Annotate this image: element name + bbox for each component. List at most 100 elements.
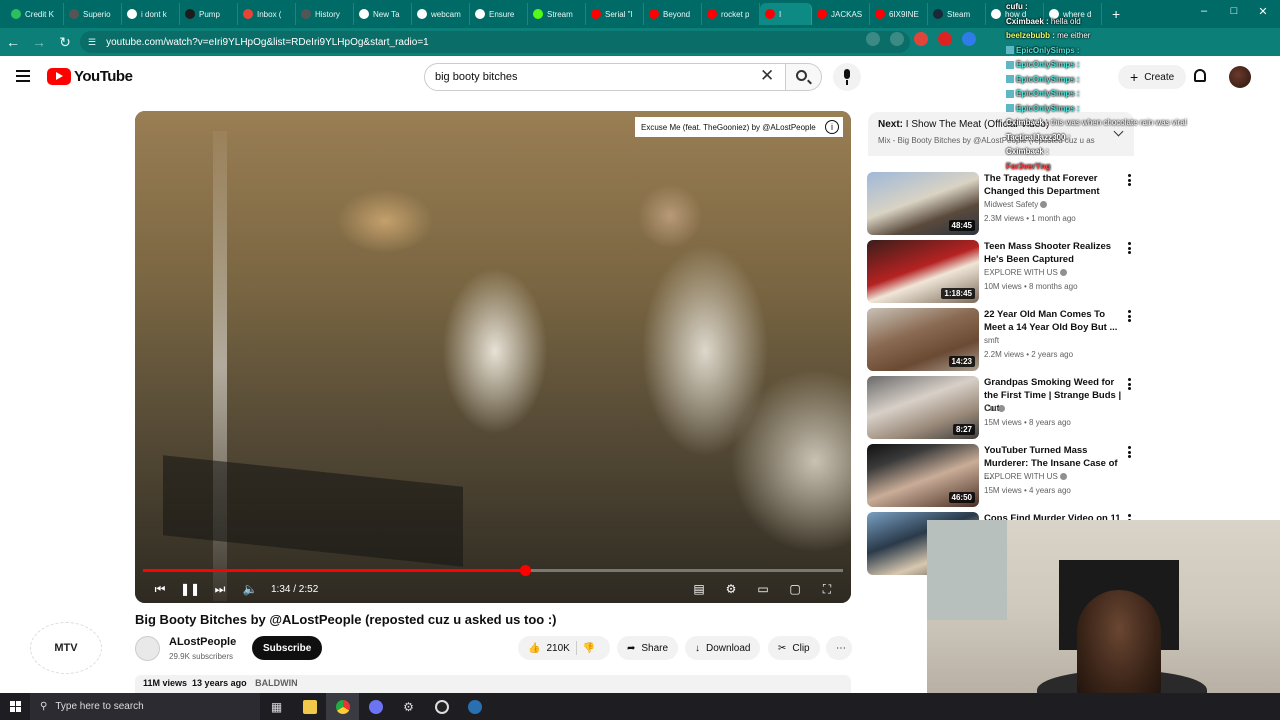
browser-tab[interactable]: Serial "I bbox=[586, 3, 644, 25]
clip-button[interactable]: ✂ Clip bbox=[768, 636, 820, 660]
credit-karma-icon bbox=[11, 9, 21, 19]
browser-tab[interactable]: JACKAS bbox=[812, 3, 870, 25]
recommended-title[interactable]: Teen Mass Shooter Realizes He's Been Cap… bbox=[984, 240, 1122, 266]
video-thumbnail[interactable]: 46:50 bbox=[867, 444, 979, 507]
browser-tab-label: Serial "I bbox=[605, 9, 633, 19]
recommended-channel[interactable]: smft bbox=[984, 336, 999, 345]
chat-message: TacticalJazz300 : bbox=[1006, 131, 1206, 146]
share-button[interactable]: ➦ Share bbox=[617, 636, 679, 660]
site-info-icon[interactable]: ☰ bbox=[88, 37, 96, 48]
maximize-icon[interactable]: □ bbox=[1227, 5, 1241, 17]
browser-tab[interactable]: Stream bbox=[528, 3, 586, 25]
like-count[interactable]: 210K bbox=[546, 643, 569, 654]
browser-tab[interactable]: I bbox=[760, 3, 812, 25]
like-icon[interactable]: 👍 bbox=[528, 643, 540, 654]
extension-cart-icon[interactable] bbox=[962, 32, 976, 46]
chrome-taskbar-icon[interactable] bbox=[326, 693, 359, 720]
duration-badge: 8:27 bbox=[952, 424, 975, 435]
taskbar-search[interactable]: ⚲ Type here to search bbox=[30, 693, 260, 720]
steam-taskbar-icon[interactable] bbox=[458, 693, 491, 720]
volume-icon[interactable]: 🔈 bbox=[235, 575, 265, 603]
more-vertical-icon[interactable] bbox=[1128, 378, 1131, 390]
more-actions-button[interactable]: ⋯ bbox=[826, 636, 852, 660]
browser-tab[interactable]: i dont k bbox=[122, 3, 180, 25]
browser-tab[interactable]: rocket p bbox=[702, 3, 760, 25]
fullscreen-icon[interactable]: ⛶ bbox=[812, 575, 842, 603]
browser-tab[interactable]: Steam bbox=[928, 3, 986, 25]
search-button[interactable] bbox=[786, 63, 822, 91]
browser-tab[interactable]: Credit K bbox=[6, 3, 64, 25]
description-box[interactable]: 11M views 13 years ago BALDWIN bbox=[135, 675, 851, 693]
browser-tab-label: Ensure bbox=[489, 9, 515, 19]
verified-badge-icon bbox=[998, 405, 1006, 413]
task-view-icon[interactable]: ▦ bbox=[260, 693, 293, 720]
dislike-icon[interactable]: 👎 bbox=[583, 643, 595, 654]
google-icon bbox=[475, 9, 485, 19]
reload-icon[interactable]: ↻ bbox=[52, 29, 78, 55]
subtitles-icon[interactable]: ▤ bbox=[684, 575, 714, 603]
more-vertical-icon[interactable] bbox=[1128, 310, 1131, 322]
theater-mode-icon[interactable]: ▭ bbox=[748, 575, 778, 603]
voice-search-icon[interactable] bbox=[833, 63, 861, 91]
next-icon[interactable]: ⏭ bbox=[205, 575, 235, 603]
recommended-channel[interactable]: Cut bbox=[984, 404, 1006, 413]
settings-gear-icon[interactable]: ⚙ bbox=[716, 575, 746, 603]
channel-avatar[interactable] bbox=[135, 636, 160, 661]
player-info-card[interactable]: Excuse Me (feat. TheGooniez) by @ALostPe… bbox=[635, 117, 843, 137]
download-button[interactable]: ↓ Download bbox=[685, 636, 761, 660]
recommended-video[interactable]: 1:18:45 Teen Mass Shooter Realizes He's B… bbox=[867, 240, 1147, 304]
extension-red-icon[interactable] bbox=[914, 32, 928, 46]
browser-tab[interactable]: Beyond bbox=[644, 3, 702, 25]
progress-bar[interactable] bbox=[143, 565, 843, 576]
forward-icon[interactable]: → bbox=[26, 29, 52, 55]
start-button[interactable] bbox=[0, 693, 30, 720]
pause-icon[interactable]: ❚❚ bbox=[175, 575, 205, 603]
browser-tab[interactable]: webcam bbox=[412, 3, 470, 25]
recommended-video[interactable]: 14:23 22 Year Old Man Comes To Meet a 14 … bbox=[867, 308, 1147, 372]
recommended-video[interactable]: 8:27 Grandpas Smoking Weed for the First … bbox=[867, 376, 1147, 440]
video-thumbnail[interactable]: 8:27 bbox=[867, 376, 979, 439]
video-thumbnail[interactable]: 14:23 bbox=[867, 308, 979, 371]
channel-name[interactable]: ALostPeople bbox=[169, 636, 236, 648]
subscribe-button[interactable]: Subscribe bbox=[252, 636, 323, 660]
recommended-title[interactable]: 22 Year Old Man Comes To Meet a 14 Year … bbox=[984, 308, 1122, 334]
more-vertical-icon[interactable] bbox=[1128, 242, 1131, 254]
info-icon[interactable]: i bbox=[825, 120, 839, 134]
video-player[interactable]: Excuse Me (feat. TheGooniez) by @ALostPe… bbox=[135, 111, 851, 603]
discord-taskbar-icon[interactable] bbox=[359, 693, 392, 720]
more-vertical-icon[interactable] bbox=[1128, 446, 1131, 458]
address-bar[interactable]: ☰ youtube.com/watch?v=eIri9YLHpOg&list=R… bbox=[80, 31, 910, 53]
clear-search-icon[interactable]: ✕ bbox=[760, 67, 774, 85]
youtube-logo[interactable]: YouTube bbox=[47, 68, 133, 85]
youtube-icon bbox=[875, 9, 885, 19]
browser-tab[interactable]: New Ta bbox=[354, 3, 412, 25]
browser-tab[interactable]: Superio bbox=[64, 3, 122, 25]
hamburger-menu-icon[interactable] bbox=[16, 70, 30, 82]
hashtag[interactable]: BALDWIN bbox=[255, 678, 298, 688]
previous-icon[interactable]: ⏮ bbox=[145, 575, 175, 603]
browser-tab[interactable]: Pump bbox=[180, 3, 238, 25]
browser-tab[interactable]: 6IX9INE bbox=[870, 3, 928, 25]
recommended-video[interactable]: 46:50 YouTuber Turned Mass Murderer: The … bbox=[867, 444, 1147, 508]
cast-player-icon[interactable]: ▢ bbox=[780, 575, 810, 603]
google-icon bbox=[991, 9, 1001, 19]
share-icon: ➦ bbox=[627, 642, 636, 654]
chat-message: EpicOnlySimps : bbox=[1006, 87, 1206, 102]
browser-tab[interactable]: Ensure bbox=[470, 3, 528, 25]
cast-icon[interactable] bbox=[866, 32, 880, 46]
settings-taskbar-icon[interactable]: ⚙ bbox=[392, 693, 425, 720]
recommended-channel[interactable]: EXPLORE WITH US bbox=[984, 472, 1067, 481]
browser-tab[interactable]: History bbox=[296, 3, 354, 25]
search-input[interactable]: big booty bitches bbox=[424, 63, 786, 91]
bookmark-star-icon[interactable] bbox=[890, 32, 904, 46]
close-window-icon[interactable]: ✕ bbox=[1256, 5, 1270, 18]
account-avatar[interactable] bbox=[1229, 66, 1251, 88]
video-thumbnail[interactable]: 48:45 bbox=[867, 172, 979, 235]
file-explorer-icon[interactable] bbox=[293, 693, 326, 720]
video-thumbnail[interactable]: 1:18:45 bbox=[867, 240, 979, 303]
back-icon[interactable]: ← bbox=[0, 29, 26, 55]
recommended-channel[interactable]: EXPLORE WITH US bbox=[984, 268, 1067, 277]
browser-tab[interactable]: Inbox ( bbox=[238, 3, 296, 25]
obs-taskbar-icon[interactable] bbox=[425, 693, 458, 720]
extension-record-icon[interactable] bbox=[938, 32, 952, 46]
